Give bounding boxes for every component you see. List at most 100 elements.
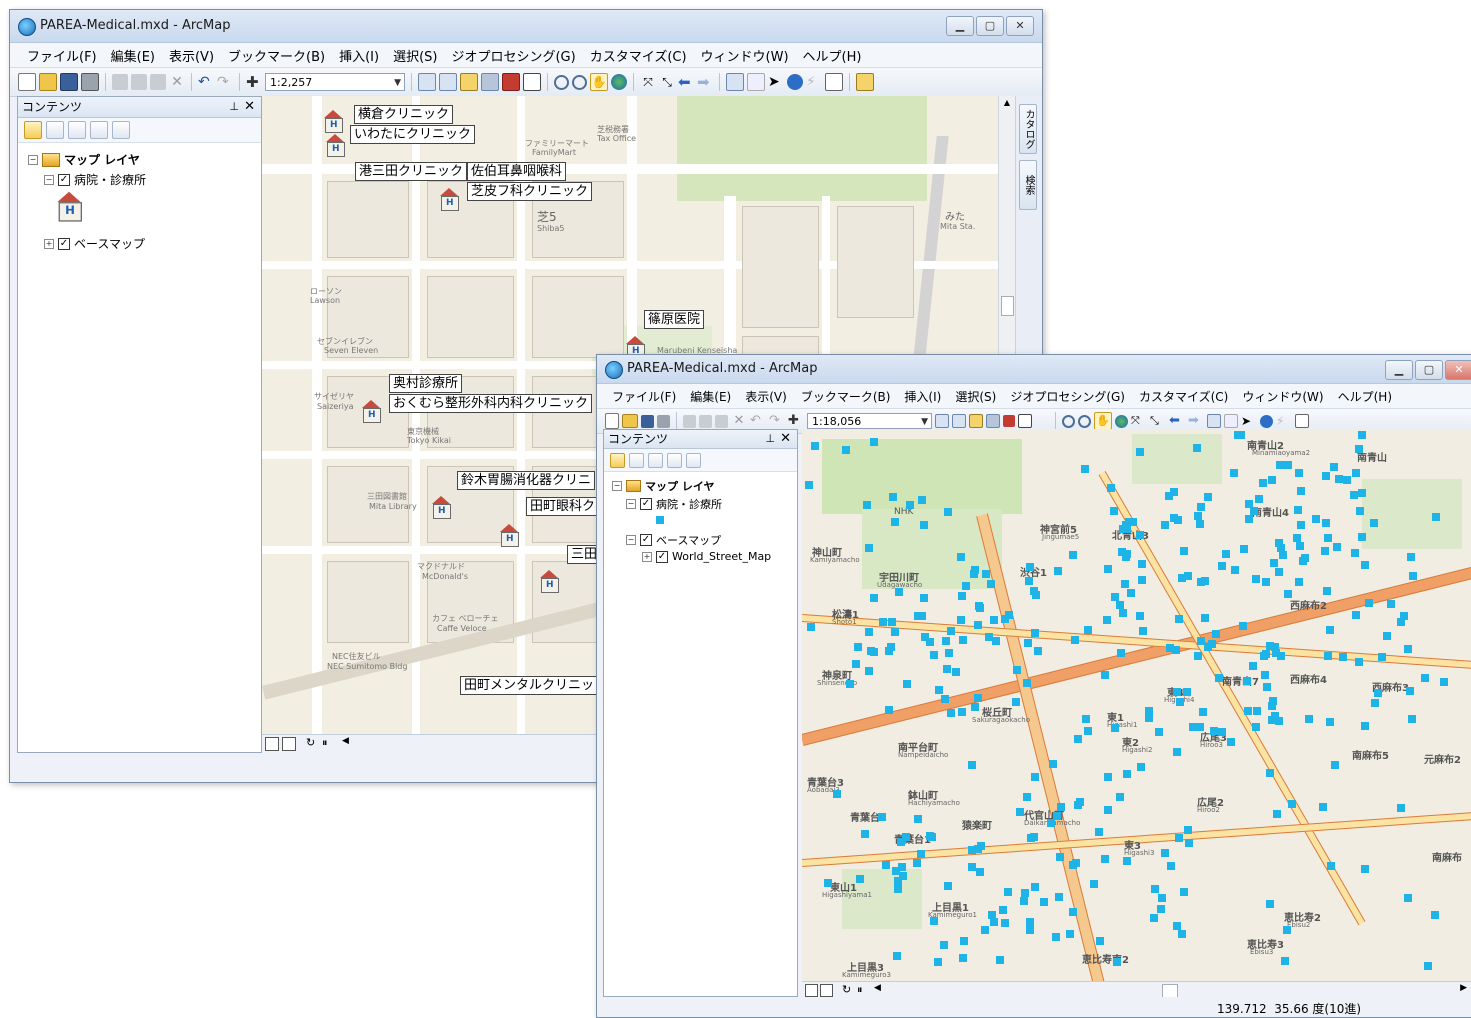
menu-selection[interactable]: 選択(S) (948, 385, 1003, 408)
hospital-point[interactable] (1408, 571, 1417, 580)
pan-icon[interactable]: ✋ (590, 73, 608, 91)
hospital-point[interactable] (912, 858, 921, 867)
hospital-point[interactable] (1352, 469, 1361, 478)
hospital-point[interactable] (1025, 917, 1034, 926)
hospital-point[interactable] (1172, 747, 1181, 756)
tree-node-map-layers[interactable]: − マップ レイヤ (612, 478, 715, 494)
hospital-point[interactable] (917, 496, 926, 505)
menu-bookmarks[interactable]: ブックマーク(B) (794, 385, 898, 408)
hospital-point[interactable] (1169, 488, 1178, 497)
collapse-icon[interactable]: − (44, 174, 54, 185)
hospital-point[interactable] (866, 646, 875, 655)
html-popup-icon[interactable] (1295, 414, 1309, 428)
data-view-icon[interactable] (265, 737, 279, 751)
hospital-point[interactable] (1031, 772, 1040, 781)
hospital-point[interactable] (1230, 565, 1239, 574)
hospital-point[interactable] (1321, 518, 1330, 527)
hospital-point[interactable] (1218, 728, 1227, 737)
hospital-point[interactable] (1258, 478, 1267, 487)
menu-selection[interactable]: 選択(S) (386, 43, 444, 68)
hospital-point[interactable] (1145, 706, 1154, 715)
tree-node-world-street-map[interactable]: + ✓ World_Street_Map (642, 550, 771, 563)
hospital-point[interactable] (1160, 520, 1169, 529)
collapse-icon[interactable]: − (626, 535, 636, 545)
hospital-point[interactable] (1173, 515, 1182, 524)
python-window-icon[interactable] (523, 73, 541, 91)
fixed-zoom-out-icon[interactable]: ⤡ (659, 74, 675, 90)
hospital-point[interactable] (887, 618, 896, 627)
layer-visibility-checkbox[interactable]: ✓ (640, 534, 652, 546)
hospital-point[interactable] (805, 480, 814, 489)
hospital-point[interactable] (1305, 714, 1314, 723)
list-by-drawing-order-icon[interactable] (610, 452, 625, 468)
hospital-point[interactable] (1178, 929, 1187, 938)
hospital-point[interactable] (1312, 515, 1321, 524)
layer-visibility-checkbox[interactable]: ✓ (58, 173, 70, 186)
hospital-point[interactable] (1031, 628, 1040, 637)
cut-icon[interactable] (112, 74, 128, 90)
hospital-point[interactable] (1192, 444, 1201, 453)
hospital-point[interactable] (1357, 431, 1366, 439)
select-elements-icon[interactable]: ➤ (768, 74, 784, 90)
menu-insert[interactable]: 挿入(I) (897, 385, 948, 408)
hospital-point[interactable] (914, 815, 923, 824)
hospital-point[interactable] (1296, 541, 1305, 550)
hospital-icon[interactable]: H (498, 524, 520, 547)
hospital-point[interactable] (928, 832, 937, 841)
hospital-point[interactable] (1089, 879, 1098, 888)
hospital-point[interactable] (1111, 723, 1120, 732)
tree-node-basemap-layer[interactable]: − ✓ ベースマップ (626, 532, 721, 548)
hospital-point[interactable] (1383, 632, 1392, 641)
hospital-point[interactable] (961, 581, 970, 590)
hospital-point[interactable] (1238, 621, 1247, 630)
hospital-point[interactable] (1136, 531, 1145, 540)
hospital-point[interactable] (1196, 722, 1205, 731)
hospital-point[interactable] (1265, 899, 1274, 908)
select-features-icon[interactable] (726, 73, 744, 91)
hospital-point[interactable] (1161, 849, 1170, 858)
hospital-point[interactable] (1023, 638, 1032, 647)
hospital-point[interactable] (1203, 642, 1212, 651)
hospital-point[interactable] (1182, 687, 1191, 696)
hospital-point[interactable] (1386, 600, 1395, 609)
hospital-point[interactable] (1282, 925, 1291, 934)
hospital-point[interactable] (1137, 762, 1146, 771)
hospital-point[interactable] (1000, 919, 1009, 928)
hospital-point[interactable] (974, 844, 983, 853)
options-icon[interactable] (112, 121, 130, 139)
hospital-point[interactable] (869, 437, 878, 446)
menu-customize[interactable]: カスタマイズ(C) (1132, 385, 1235, 408)
hospital-point[interactable] (1325, 625, 1334, 634)
hospital-point[interactable] (917, 612, 926, 621)
hospital-point[interactable] (1292, 533, 1301, 542)
hospital-icon[interactable]: H (430, 496, 452, 519)
layer-visibility-checkbox[interactable]: ✓ (640, 498, 652, 510)
hyperlink-icon[interactable]: ⚡ (806, 74, 822, 90)
layout-view-icon[interactable] (820, 984, 833, 997)
hospital-point[interactable] (1406, 552, 1415, 561)
hospital-point[interactable] (1371, 699, 1380, 708)
hospital-point[interactable] (1358, 488, 1367, 497)
hospital-point[interactable] (1104, 564, 1113, 573)
hospital-point[interactable] (1243, 706, 1252, 715)
hospital-point[interactable] (855, 874, 864, 883)
hospital-point[interactable] (1030, 882, 1039, 891)
hospital-point[interactable] (1270, 713, 1279, 722)
hospital-point[interactable] (1016, 807, 1025, 816)
hospital-point[interactable] (1103, 773, 1112, 782)
hospital-point[interactable] (1184, 826, 1193, 835)
title-bar[interactable]: PAREA-Medical.mxd - ArcMap ▁ ▢ ✕ (10, 10, 1042, 43)
refresh-icon[interactable]: ↻ (306, 736, 315, 749)
hospital-point[interactable] (919, 593, 928, 602)
hospital-point[interactable] (1439, 678, 1448, 687)
redo-icon[interactable]: ↷ (769, 413, 785, 429)
hospital-point[interactable] (1300, 553, 1309, 562)
hospital-point[interactable] (879, 618, 888, 627)
hospital-point[interactable] (974, 694, 983, 703)
hospital-point[interactable] (1283, 461, 1292, 470)
hospital-point[interactable] (1330, 463, 1339, 472)
layer-visibility-checkbox[interactable]: ✓ (58, 237, 70, 250)
hospital-point[interactable] (1321, 472, 1330, 481)
hospital-point[interactable] (1214, 674, 1223, 683)
pause-drawing-icon[interactable]: ⏸ (857, 983, 863, 997)
